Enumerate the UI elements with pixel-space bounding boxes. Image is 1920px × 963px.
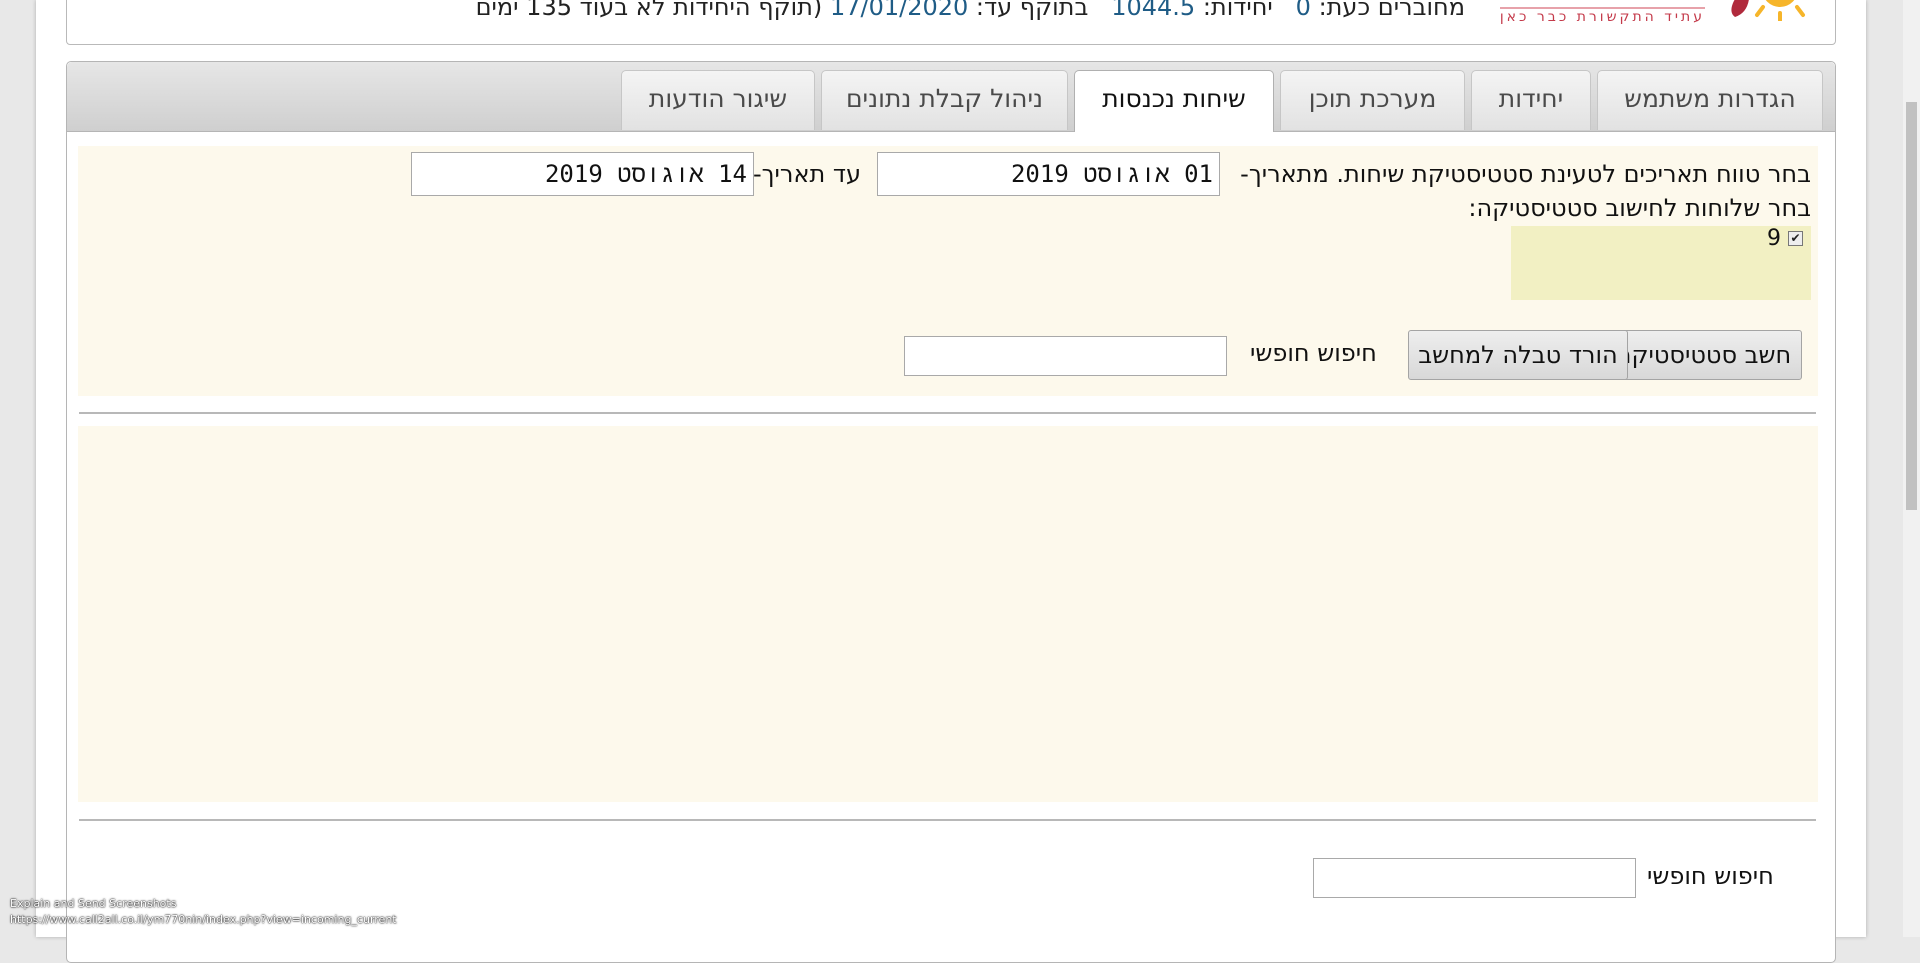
online-value: 0 [1295, 0, 1311, 21]
vertical-scrollbar[interactable] [1903, 0, 1920, 937]
download-table-button[interactable]: הורד טבלה למחשב [1408, 330, 1628, 380]
senders-label: בחר שלוחות לחישוב סטטיסטיקה: [1468, 194, 1811, 222]
date-range-label: בחר טווח תאריכים לטעינת סטטיסטיקת שיחות.… [1240, 160, 1811, 188]
units-label: יחידות: [1202, 0, 1273, 21]
tab-user-settings[interactable]: הגדרות משתמש [1597, 70, 1823, 130]
tab-data-collection[interactable]: ניהול קבלת נתונים [821, 70, 1068, 130]
tab-send-messages[interactable]: שיגור הודעות [621, 70, 815, 130]
statistics-results-area [78, 426, 1818, 802]
sender-checkbox[interactable]: ✔ [1788, 231, 1803, 246]
free-search-label: חיפוש חופשי [1250, 339, 1377, 367]
divider-bottom [79, 819, 1816, 821]
calculate-statistics-button[interactable]: חשב סטטיסטיקה [1605, 330, 1802, 380]
to-date-input[interactable]: 14 אוגוסט 2019 [411, 152, 754, 196]
status-overlay: Explain and Send Screenshots https://www… [10, 896, 397, 928]
senders-list: ✔ 9 [1511, 226, 1811, 300]
overlay-title: Explain and Send Screenshots [10, 897, 177, 910]
bottom-free-search-label: חיפוש חופשי [1647, 862, 1774, 890]
account-stats: מחוברים כעת: 0 יחידות: 1044.5 בתוקף עד: … [476, 0, 1465, 19]
overlay-url: https://www.call2all.co.il/ym770nin/inde… [10, 913, 397, 926]
expiry-note: (תוקף היחידות לא בעוד 135 ימים [475, 0, 823, 21]
tab-incoming-calls[interactable]: שיחות נכנסות [1074, 70, 1274, 132]
sun-logo-icon [1725, 0, 1815, 21]
tab-units[interactable]: יחידות [1471, 70, 1591, 130]
online-label: מחוברים כעת: [1318, 0, 1465, 21]
tab-content-system[interactable]: מערכת תוכן [1280, 70, 1465, 130]
to-date-label: עד תאריך- [753, 160, 862, 188]
valid-until-value: 17/01/2020 [829, 0, 969, 21]
statistics-form: בחר טווח תאריכים לטעינת סטטיסטיקת שיחות.… [78, 146, 1818, 396]
sender-option-label: 9 [1767, 226, 1781, 251]
from-date-input[interactable]: 01 אוגוסט 2019 [877, 152, 1220, 196]
logo-tagline: עתיד התקשורת כבר כאן [1499, 7, 1705, 25]
free-search-input[interactable] [904, 336, 1227, 376]
valid-until-label: בתוקף עד: [975, 0, 1089, 21]
scrollbar-thumb[interactable] [1906, 102, 1917, 510]
page: מחוברים כעת: 0 יחידות: 1044.5 בתוקף עד: … [36, 0, 1866, 963]
tabs-panel: הגדרות משתמש יחידות מערכת תוכן שיחות נכנ… [66, 61, 1836, 963]
divider [79, 412, 1816, 414]
header-card: מחוברים כעת: 0 יחידות: 1044.5 בתוקף עד: … [66, 0, 1836, 45]
units-value: 1044.5 [1111, 0, 1196, 21]
tab-strip: הגדרות משתמש יחידות מערכת תוכן שיחות נכנ… [67, 62, 1835, 132]
bottom-free-search-input[interactable] [1313, 858, 1636, 898]
